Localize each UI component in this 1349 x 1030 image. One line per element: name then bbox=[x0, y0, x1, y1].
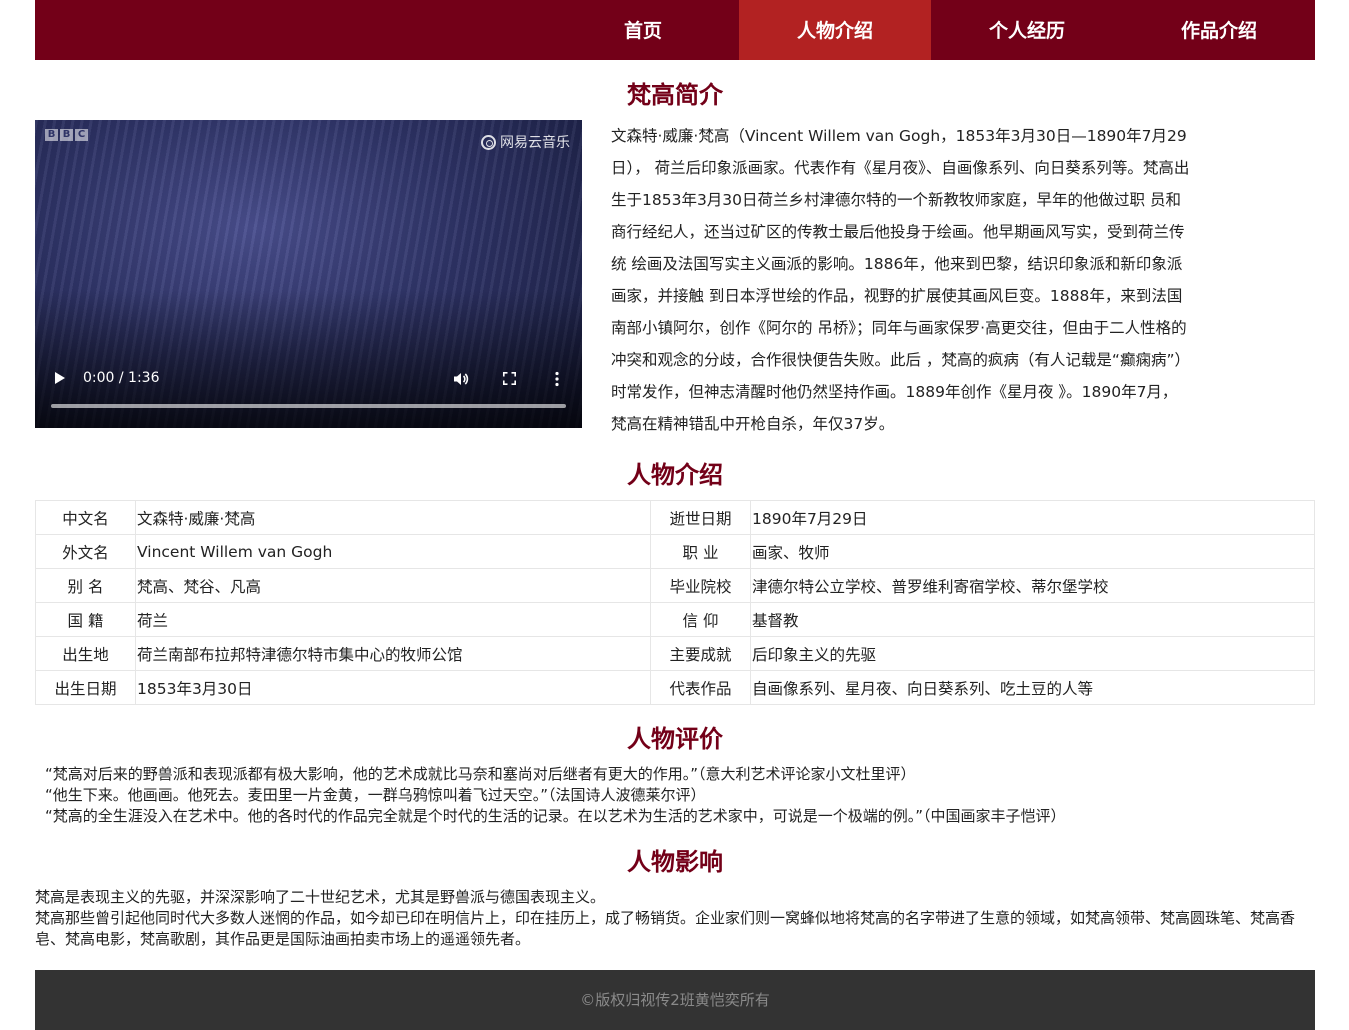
reviews-list: “梵高对后来的野兽派和表现派都有极大影响，他的艺术成就比马奈和塞尚对后继者有更大… bbox=[45, 764, 1066, 827]
table-key: 国 籍 bbox=[35, 602, 136, 637]
table-row: 国 籍 荷兰 信 仰 基督教 bbox=[35, 602, 1315, 637]
table-value: Vincent Willem van Gogh bbox=[135, 534, 651, 569]
fullscreen-icon[interactable] bbox=[503, 372, 516, 385]
footer: ©版权归视传2班黄恺奕所有 bbox=[35, 970, 1315, 1030]
bbc-letter: B bbox=[60, 129, 73, 141]
nav-item-profile[interactable]: 人物介绍 bbox=[739, 0, 931, 60]
table-value: 后印象主义的先驱 bbox=[750, 636, 1315, 671]
bbc-letter: C bbox=[75, 129, 88, 141]
table-value: 1853年3月30日 bbox=[135, 670, 651, 705]
table-value: 1890年7月29日 bbox=[750, 500, 1315, 535]
top-nav: 首页 人物介绍 个人经历 作品介绍 bbox=[35, 0, 1315, 60]
copyright-text: ©版权归视传2班黄恺奕所有 bbox=[580, 991, 770, 1009]
video-progress-bar[interactable] bbox=[51, 404, 566, 408]
page: 首页 人物介绍 个人经历 作品介绍 梵高简介 B B C 网易云音乐 0:00 … bbox=[35, 0, 1315, 1030]
table-row: 别 名 梵高、梵谷、凡高 毕业院校 津德尔特公立学校、普罗维利寄宿学校、蒂尔堡学… bbox=[35, 568, 1315, 603]
more-options-icon[interactable] bbox=[554, 371, 560, 387]
table-key: 出生地 bbox=[35, 636, 136, 671]
table-key: 外文名 bbox=[35, 534, 136, 569]
bbc-letter: B bbox=[45, 129, 58, 141]
video-player[interactable]: B B C 网易云音乐 0:00 / 1:36 bbox=[35, 120, 582, 428]
table-key: 代表作品 bbox=[650, 670, 751, 705]
table-key: 逝世日期 bbox=[650, 500, 751, 535]
review-item: “梵高对后来的野兽派和表现派都有极大影响，他的艺术成就比马奈和塞尚对后继者有更大… bbox=[45, 765, 916, 783]
table-value: 梵高、梵谷、凡高 bbox=[135, 568, 651, 603]
influence-paragraph: 梵高那些曾引起他同时代大多数人迷惘的作品，如今却已印在明信片上，印在挂历上，成了… bbox=[35, 909, 1296, 948]
nav-item-home[interactable]: 首页 bbox=[547, 0, 739, 60]
bbc-logo: B B C bbox=[45, 129, 88, 141]
table-key: 毕业院校 bbox=[650, 568, 751, 603]
volume-icon[interactable] bbox=[453, 371, 469, 387]
video-time: 0:00 / 1:36 bbox=[83, 370, 160, 386]
nav-item-experience[interactable]: 个人经历 bbox=[931, 0, 1123, 60]
table-key: 中文名 bbox=[35, 500, 136, 535]
table-key: 主要成就 bbox=[650, 636, 751, 671]
table-key: 信 仰 bbox=[650, 602, 751, 637]
influence-paragraph: 梵高是表现主义的先驱，并深深影响了二十世纪艺术，尤其是野兽派与德国表现主义。 bbox=[35, 888, 606, 906]
table-key: 别 名 bbox=[35, 568, 136, 603]
table-value: 津德尔特公立学校、普罗维利寄宿学校、蒂尔堡学校 bbox=[750, 568, 1315, 603]
intro-text: 文森特·威廉·梵高（Vincent Willem van Gogh，1853年3… bbox=[611, 127, 1190, 433]
table-row: 出生地 荷兰南部布拉邦特津德尔特市集中心的牧师公馆 主要成就 后印象主义的先驱 bbox=[35, 636, 1315, 671]
influence-text: 梵高是表现主义的先驱，并深深影响了二十世纪艺术，尤其是野兽派与德国表现主义。 梵… bbox=[35, 887, 1315, 950]
table-value: 基督教 bbox=[750, 602, 1315, 637]
intro-title: 梵高简介 bbox=[627, 81, 723, 109]
influence-title: 人物影响 bbox=[627, 848, 723, 876]
watermark-text: 网易云音乐 bbox=[500, 135, 570, 151]
review-item: “梵高的全生涯没入在艺术中。他的各时代的作品完全就是个时代的生活的记录。在以艺术… bbox=[45, 807, 1066, 825]
table-value: 文森特·威廉·梵高 bbox=[135, 500, 651, 535]
table-key: 职 业 bbox=[650, 534, 751, 569]
profile-table: 中文名 文森特·威廉·梵高 逝世日期 1890年7月29日 外文名 Vincen… bbox=[35, 500, 1315, 705]
review-item: “他生下来。他画画。他死去。麦田里一片金黄，一群乌鸦惊叫着飞过天空。”（法国诗人… bbox=[45, 786, 706, 804]
table-value: 自画像系列、星月夜、向日葵系列、吃土豆的人等 bbox=[750, 670, 1315, 705]
netease-music-icon bbox=[481, 134, 496, 150]
play-icon[interactable] bbox=[55, 372, 65, 384]
table-row: 中文名 文森特·威廉·梵高 逝世日期 1890年7月29日 bbox=[35, 500, 1315, 535]
watermark: 网易云音乐 bbox=[481, 132, 570, 152]
table-value: 荷兰南部布拉邦特津德尔特市集中心的牧师公馆 bbox=[135, 636, 651, 671]
profile-title: 人物介绍 bbox=[627, 461, 723, 489]
table-row: 出生日期 1853年3月30日 代表作品 自画像系列、星月夜、向日葵系列、吃土豆… bbox=[35, 670, 1315, 705]
table-row: 外文名 Vincent Willem van Gogh 职 业 画家、牧师 bbox=[35, 534, 1315, 569]
table-value: 荷兰 bbox=[135, 602, 651, 637]
reviews-title: 人物评价 bbox=[627, 725, 723, 753]
nav-item-works[interactable]: 作品介绍 bbox=[1123, 0, 1315, 60]
table-key: 出生日期 bbox=[35, 670, 136, 705]
table-value: 画家、牧师 bbox=[750, 534, 1315, 569]
